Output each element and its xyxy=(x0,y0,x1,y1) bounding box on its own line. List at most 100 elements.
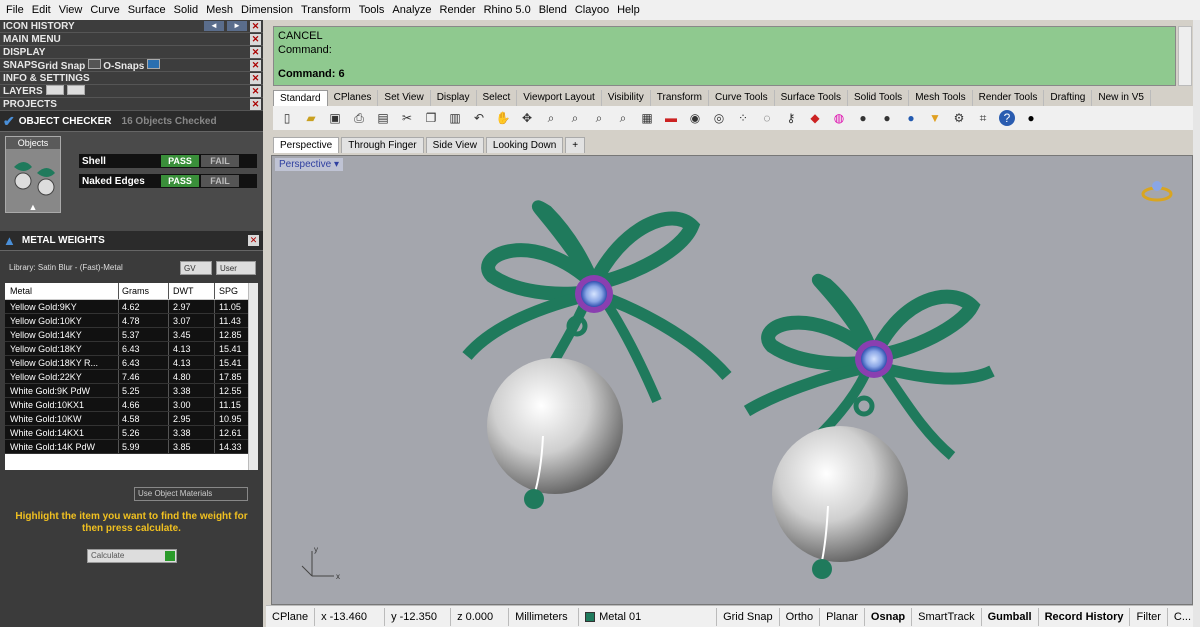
menu-item[interactable]: Render xyxy=(436,0,480,20)
close-icon[interactable]: ✕ xyxy=(250,60,261,71)
object-checker-header[interactable]: ✔ OBJECT CHECKER 16 Objects Checked xyxy=(0,111,263,132)
table-row[interactable]: Yellow Gold:18KY 6.43 4.13 15.41 xyxy=(5,342,258,356)
col-spg[interactable]: SPG xyxy=(215,283,246,299)
viewport-tab[interactable]: Through Finger xyxy=(341,137,424,153)
status-toggle[interactable]: SmartTrack xyxy=(912,607,982,626)
expand-up-icon[interactable]: ▲ xyxy=(6,202,60,212)
view-icon[interactable]: ◉ xyxy=(687,110,703,126)
pan-hand-icon[interactable]: ✋ xyxy=(495,110,511,126)
layer-icon[interactable]: ◆ xyxy=(807,110,823,126)
toolbar-tab[interactable]: Mesh Tools xyxy=(909,90,973,106)
status-toggle[interactable]: Gumball xyxy=(982,607,1039,626)
menu-item[interactable]: Transform xyxy=(297,0,355,20)
zoom-icon[interactable]: ⌕ xyxy=(543,110,559,126)
zoom-extents-icon[interactable]: ⌕ xyxy=(567,110,583,126)
toolbar-tab[interactable]: Standard xyxy=(273,90,328,106)
add-tab-icon[interactable]: + xyxy=(565,137,586,153)
filter-icon[interactable]: ▼ xyxy=(927,110,943,126)
command-area[interactable]: CANCEL Command: Command: 6 xyxy=(273,26,1176,86)
menu-item[interactable]: Edit xyxy=(28,0,55,20)
toolbar-tab[interactable]: Solid Tools xyxy=(848,90,910,106)
menu-item[interactable]: Blend xyxy=(535,0,571,20)
status-toggle[interactable]: Record History xyxy=(1039,607,1131,626)
table-row[interactable]: Yellow Gold:9KY 4.62 2.97 11.05 xyxy=(5,300,258,314)
light-bulb-icon[interactable]: ◌ xyxy=(759,110,775,126)
table-row[interactable]: Yellow Gold:18KY R... 6.43 4.13 15.41 xyxy=(5,356,258,370)
close-icon[interactable]: ✕ xyxy=(250,73,261,84)
close-icon[interactable]: ✕ xyxy=(250,99,261,110)
viewport-tab[interactable]: Perspective xyxy=(273,137,340,153)
close-icon[interactable]: ✕ xyxy=(250,47,261,58)
black-sphere-icon[interactable]: ● xyxy=(1023,110,1039,126)
viewport-tab[interactable]: Looking Down xyxy=(485,137,564,153)
calculate-button[interactable]: Calculate xyxy=(87,549,177,563)
menu-item[interactable]: Clayoo xyxy=(571,0,613,20)
panel-section-header[interactable]: LAYERS ✕ xyxy=(0,84,263,98)
print-icon[interactable]: ⎙ xyxy=(351,110,367,126)
color-wheel-icon[interactable]: ◍ xyxy=(831,110,847,126)
sphere-render-icon[interactable]: ● xyxy=(855,110,871,126)
status-toggle[interactable]: Grid Snap xyxy=(717,607,780,626)
rotate-icon[interactable]: ✥ xyxy=(519,110,535,126)
points-icon[interactable]: ⁘ xyxy=(735,110,751,126)
grid-snap-toggle[interactable] xyxy=(88,58,102,69)
status-toggle[interactable]: Osnap xyxy=(865,607,913,626)
toolbar-tab[interactable]: New in V5 xyxy=(1092,90,1151,106)
command-scrollbar[interactable] xyxy=(1178,26,1192,86)
viewport-perspective[interactable]: Perspective ▾ y x xyxy=(271,155,1193,605)
panel-section-header[interactable]: MAIN MENU ✕ xyxy=(0,33,263,46)
toolbar-tab[interactable]: Transform xyxy=(651,90,709,106)
osnaps-label[interactable]: O-Snaps xyxy=(103,61,144,72)
toolbar-tab[interactable]: Surface Tools xyxy=(775,90,848,106)
layers-eye-icon[interactable] xyxy=(45,84,64,95)
units-label[interactable]: Millimeters xyxy=(509,607,580,626)
use-object-materials-field[interactable]: Use Object Materials xyxy=(134,487,248,501)
table-row[interactable]: Yellow Gold:22KY 7.46 4.80 17.85 xyxy=(5,370,258,384)
menu-item[interactable]: Rhino 5.0 xyxy=(480,0,535,20)
toolbar-tab[interactable]: Set View xyxy=(378,90,431,106)
table-row[interactable]: Yellow Gold:14KY 5.37 3.45 12.85 xyxy=(5,328,258,342)
menu-item[interactable]: Surface xyxy=(124,0,170,20)
col-grams[interactable]: Grams xyxy=(119,283,169,299)
help-icon[interactable]: ? xyxy=(999,110,1015,126)
current-layer[interactable]: Metal 01 xyxy=(579,607,718,626)
open-folder-icon[interactable]: ▰ xyxy=(303,110,319,126)
panel-section-header[interactable]: ICON HISTORY ◄ ► ✕ xyxy=(0,20,263,33)
panel-section-header[interactable]: INFO & SETTINGS ✕ xyxy=(0,72,263,85)
close-icon[interactable]: ✕ xyxy=(250,21,261,32)
zoom-window-icon[interactable]: ⌕ xyxy=(591,110,607,126)
menu-item[interactable]: File xyxy=(2,0,28,20)
menu-item[interactable]: Solid xyxy=(170,0,202,20)
lock-icon[interactable]: ⚷ xyxy=(783,110,799,126)
toolbar-tab[interactable]: Render Tools xyxy=(973,90,1045,106)
viewport-label[interactable]: Perspective ▾ xyxy=(275,158,344,171)
toolbar-tab[interactable]: Curve Tools xyxy=(709,90,775,106)
forward-arrow-icon[interactable]: ► xyxy=(227,21,247,31)
toolbar-tab[interactable]: CPlanes xyxy=(328,90,379,106)
close-icon[interactable]: ✕ xyxy=(250,34,261,45)
table-row[interactable]: White Gold:14K PdW 5.99 3.85 14.33 xyxy=(5,440,258,454)
toolbar-tab[interactable]: Select xyxy=(477,90,518,106)
toolbar-tab[interactable]: Drafting xyxy=(1044,90,1093,106)
menu-item[interactable]: Dimension xyxy=(237,0,297,20)
panel-section-header[interactable]: PROJECTS ✕ xyxy=(0,98,263,111)
table-row[interactable]: White Gold:9K PdW 5.25 3.38 12.55 xyxy=(5,384,258,398)
close-icon[interactable]: ✕ xyxy=(248,235,259,246)
gv-toggle[interactable]: GV xyxy=(180,261,212,275)
table-row[interactable]: Yellow Gold:10KY 4.78 3.07 11.43 xyxy=(5,314,258,328)
layers-lock-icon[interactable] xyxy=(66,84,85,95)
cplane-label[interactable]: CPlane xyxy=(266,607,316,626)
col-dwt[interactable]: DWT xyxy=(169,283,215,299)
panel-splitter[interactable] xyxy=(263,20,271,627)
panel-section-header[interactable]: SNAPS Grid Snap O-Snaps ✕ xyxy=(0,58,263,72)
right-earring[interactable] xyxy=(743,273,995,579)
col-metal[interactable]: Metal xyxy=(5,283,119,299)
left-earring[interactable] xyxy=(462,200,732,509)
zoom-selected-icon[interactable]: ⌕ xyxy=(615,110,631,126)
table-row[interactable]: White Gold:14KX1 5.26 3.38 12.61 xyxy=(5,426,258,440)
sphere-blue-icon[interactable]: ● xyxy=(903,110,919,126)
new-file-icon[interactable]: ▯ xyxy=(279,110,295,126)
command-input[interactable]: Command: 6 xyxy=(278,67,1171,81)
toolbar-tab[interactable]: Viewport Layout xyxy=(517,90,602,106)
table-scrollbar[interactable] xyxy=(248,283,258,470)
